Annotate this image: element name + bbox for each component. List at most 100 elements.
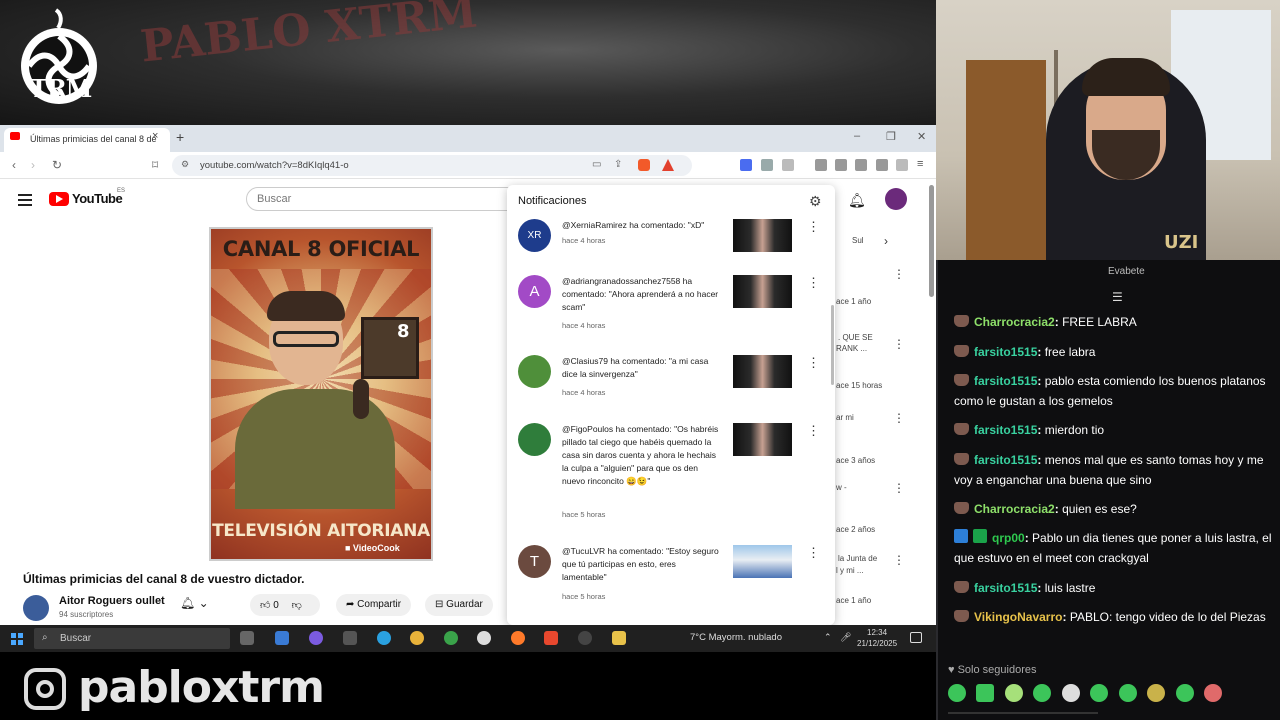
- close-window-button[interactable]: ✕: [917, 130, 926, 143]
- notifications-bell-icon[interactable]: 🔔︎: [848, 192, 866, 209]
- bookmark-icon[interactable]: ⌑: [152, 158, 158, 172]
- taskbar-search-input[interactable]: Buscar: [34, 628, 230, 649]
- notifications-scrollbar[interactable]: [831, 305, 834, 385]
- site-info-icon[interactable]: ⚙: [181, 159, 189, 170]
- discord-icon[interactable]: [309, 631, 323, 645]
- notification-thumbnail[interactable]: [733, 545, 792, 578]
- settings-gear-icon[interactable]: ⚙: [809, 193, 822, 210]
- youtube-search-input[interactable]: Buscar: [246, 187, 526, 211]
- emote-icon[interactable]: [976, 684, 995, 702]
- notification-thumbnail[interactable]: [733, 355, 792, 388]
- obs-icon[interactable]: [343, 631, 357, 645]
- microphone-tray-icon[interactable]: 🎤︎: [840, 632, 851, 643]
- notification-more-icon[interactable]: ⋮: [807, 423, 820, 439]
- wallet-icon[interactable]: [855, 159, 867, 171]
- vpn-icon[interactable]: [896, 159, 908, 171]
- emote-icon[interactable]: [1147, 684, 1166, 702]
- file-explorer-icon[interactable]: [612, 631, 626, 645]
- menu-icon[interactable]: ≡: [917, 159, 929, 171]
- notification-thumbnail[interactable]: [733, 275, 792, 308]
- channel-avatar[interactable]: [23, 595, 49, 621]
- notification-thumbnail[interactable]: [733, 219, 792, 252]
- forward-icon[interactable]: ›: [31, 158, 35, 172]
- emote-icon[interactable]: [1033, 684, 1052, 702]
- thumbs-up-icon[interactable]: 👍︎: [260, 600, 270, 611]
- restore-button[interactable]: ❐: [886, 130, 896, 143]
- chevron-right-icon[interactable]: ›: [884, 234, 888, 248]
- tab-youtube[interactable]: Últimas primicias del canal 8 de: [4, 128, 170, 152]
- extensions-icon[interactable]: [761, 159, 773, 171]
- chat-filter-icon[interactable]: ☰: [1112, 290, 1123, 304]
- media-player-icon[interactable]: [477, 631, 491, 645]
- chat-username[interactable]: qrp00: [992, 531, 1025, 545]
- brave-rewards-icon[interactable]: [662, 159, 674, 171]
- chat-username[interactable]: Charrocracia2: [974, 502, 1055, 516]
- channel-name[interactable]: Aitor Roguers oullet: [59, 595, 165, 607]
- chat-username[interactable]: farsito1515: [974, 345, 1037, 359]
- screenshot-icon[interactable]: [782, 159, 794, 171]
- music-icon[interactable]: [815, 159, 827, 171]
- taskbar-date[interactable]: 21/12/2025: [857, 639, 897, 648]
- account-avatar[interactable]: [885, 188, 907, 210]
- subscription-bell-icon[interactable]: 🔔︎ ⌄: [180, 596, 209, 610]
- chat-username[interactable]: farsito1515: [974, 581, 1037, 595]
- more-options-icon[interactable]: ⋮: [893, 481, 905, 495]
- chat-username[interactable]: farsito1515: [974, 374, 1037, 388]
- youtube-wordmark[interactable]: YouTube: [72, 191, 123, 206]
- chat-username[interactable]: VikingoNavarro: [974, 610, 1062, 624]
- new-tab-button[interactable]: +: [176, 129, 184, 145]
- emote-icon[interactable]: [1004, 684, 1023, 702]
- reload-icon[interactable]: ↻: [52, 158, 62, 172]
- speech-icon[interactable]: [740, 159, 752, 171]
- thumbs-down-icon[interactable]: 👎︎: [292, 600, 302, 611]
- brave-icon[interactable]: [544, 631, 558, 645]
- task-view-icon[interactable]: [240, 631, 254, 645]
- back-icon[interactable]: ‹: [12, 158, 16, 172]
- notification-more-icon[interactable]: ⋮: [807, 545, 820, 561]
- emote-icon[interactable]: [1061, 684, 1080, 702]
- store-icon[interactable]: [275, 631, 289, 645]
- subscribe-fragment[interactable]: Sul: [852, 236, 864, 245]
- save-button[interactable]: ⊟ Guardar: [425, 594, 493, 616]
- notification-more-icon[interactable]: ⋮: [807, 355, 820, 371]
- more-options-icon[interactable]: ⋮: [893, 267, 905, 281]
- notification-thumbnail[interactable]: [733, 423, 792, 456]
- taskbar-time[interactable]: 12:34: [867, 628, 887, 637]
- emote-icon[interactable]: [1118, 684, 1137, 702]
- chat-username[interactable]: farsito1515: [974, 453, 1037, 467]
- sidebar-icon[interactable]: [835, 159, 847, 171]
- more-options-icon[interactable]: ⋮: [893, 411, 905, 425]
- hamburger-menu-icon[interactable]: [18, 194, 32, 209]
- chat-username[interactable]: Charrocracia2: [974, 315, 1055, 329]
- chat-username[interactable]: farsito1515: [974, 423, 1037, 437]
- cast-icon[interactable]: ▭: [592, 159, 601, 170]
- more-options-icon[interactable]: ⋮: [893, 553, 905, 567]
- address-bar[interactable]: ⚙ youtube.com/watch?v=8dKIqlq41-o ▭ ⇪: [172, 155, 692, 176]
- tab-close-button[interactable]: ×: [152, 130, 158, 142]
- xbox-icon[interactable]: [444, 631, 458, 645]
- leo-ai-icon[interactable]: [876, 159, 888, 171]
- notification-more-icon[interactable]: ⋮: [807, 219, 820, 235]
- firefox-icon[interactable]: [511, 631, 525, 645]
- notifications-tray-icon[interactable]: [910, 632, 922, 643]
- share-icon[interactable]: ⇪: [614, 159, 622, 170]
- chat-input-line[interactable]: [948, 712, 1098, 714]
- video-player[interactable]: CANAL 8 OFICIAL 8 TELEVISIÓN AITORIANA ■…: [209, 227, 433, 561]
- like-dislike-group[interactable]: 👍︎ 0 👎︎: [250, 594, 320, 616]
- more-options-icon[interactable]: ⋮: [893, 337, 905, 351]
- weather-widget[interactable]: 7°C Mayorm. nublado: [690, 632, 782, 643]
- chevron-up-icon[interactable]: ⌃: [824, 632, 832, 643]
- emote-icon[interactable]: [1090, 684, 1109, 702]
- windows-start-icon[interactable]: [11, 633, 23, 645]
- brave-shield-icon[interactable]: [638, 159, 650, 171]
- emote-icon[interactable]: [948, 684, 966, 702]
- telegram-icon[interactable]: [377, 631, 391, 645]
- page-scrollbar[interactable]: [929, 185, 934, 297]
- share-button[interactable]: ➦ Compartir: [336, 594, 412, 616]
- notification-more-icon[interactable]: ⋮: [807, 275, 820, 291]
- minimize-button[interactable]: –: [854, 130, 860, 142]
- emote-icon[interactable]: [1175, 684, 1194, 702]
- chrome-icon[interactable]: [410, 631, 424, 645]
- clock-app-icon[interactable]: [578, 631, 592, 645]
- emote-icon[interactable]: [1204, 684, 1223, 702]
